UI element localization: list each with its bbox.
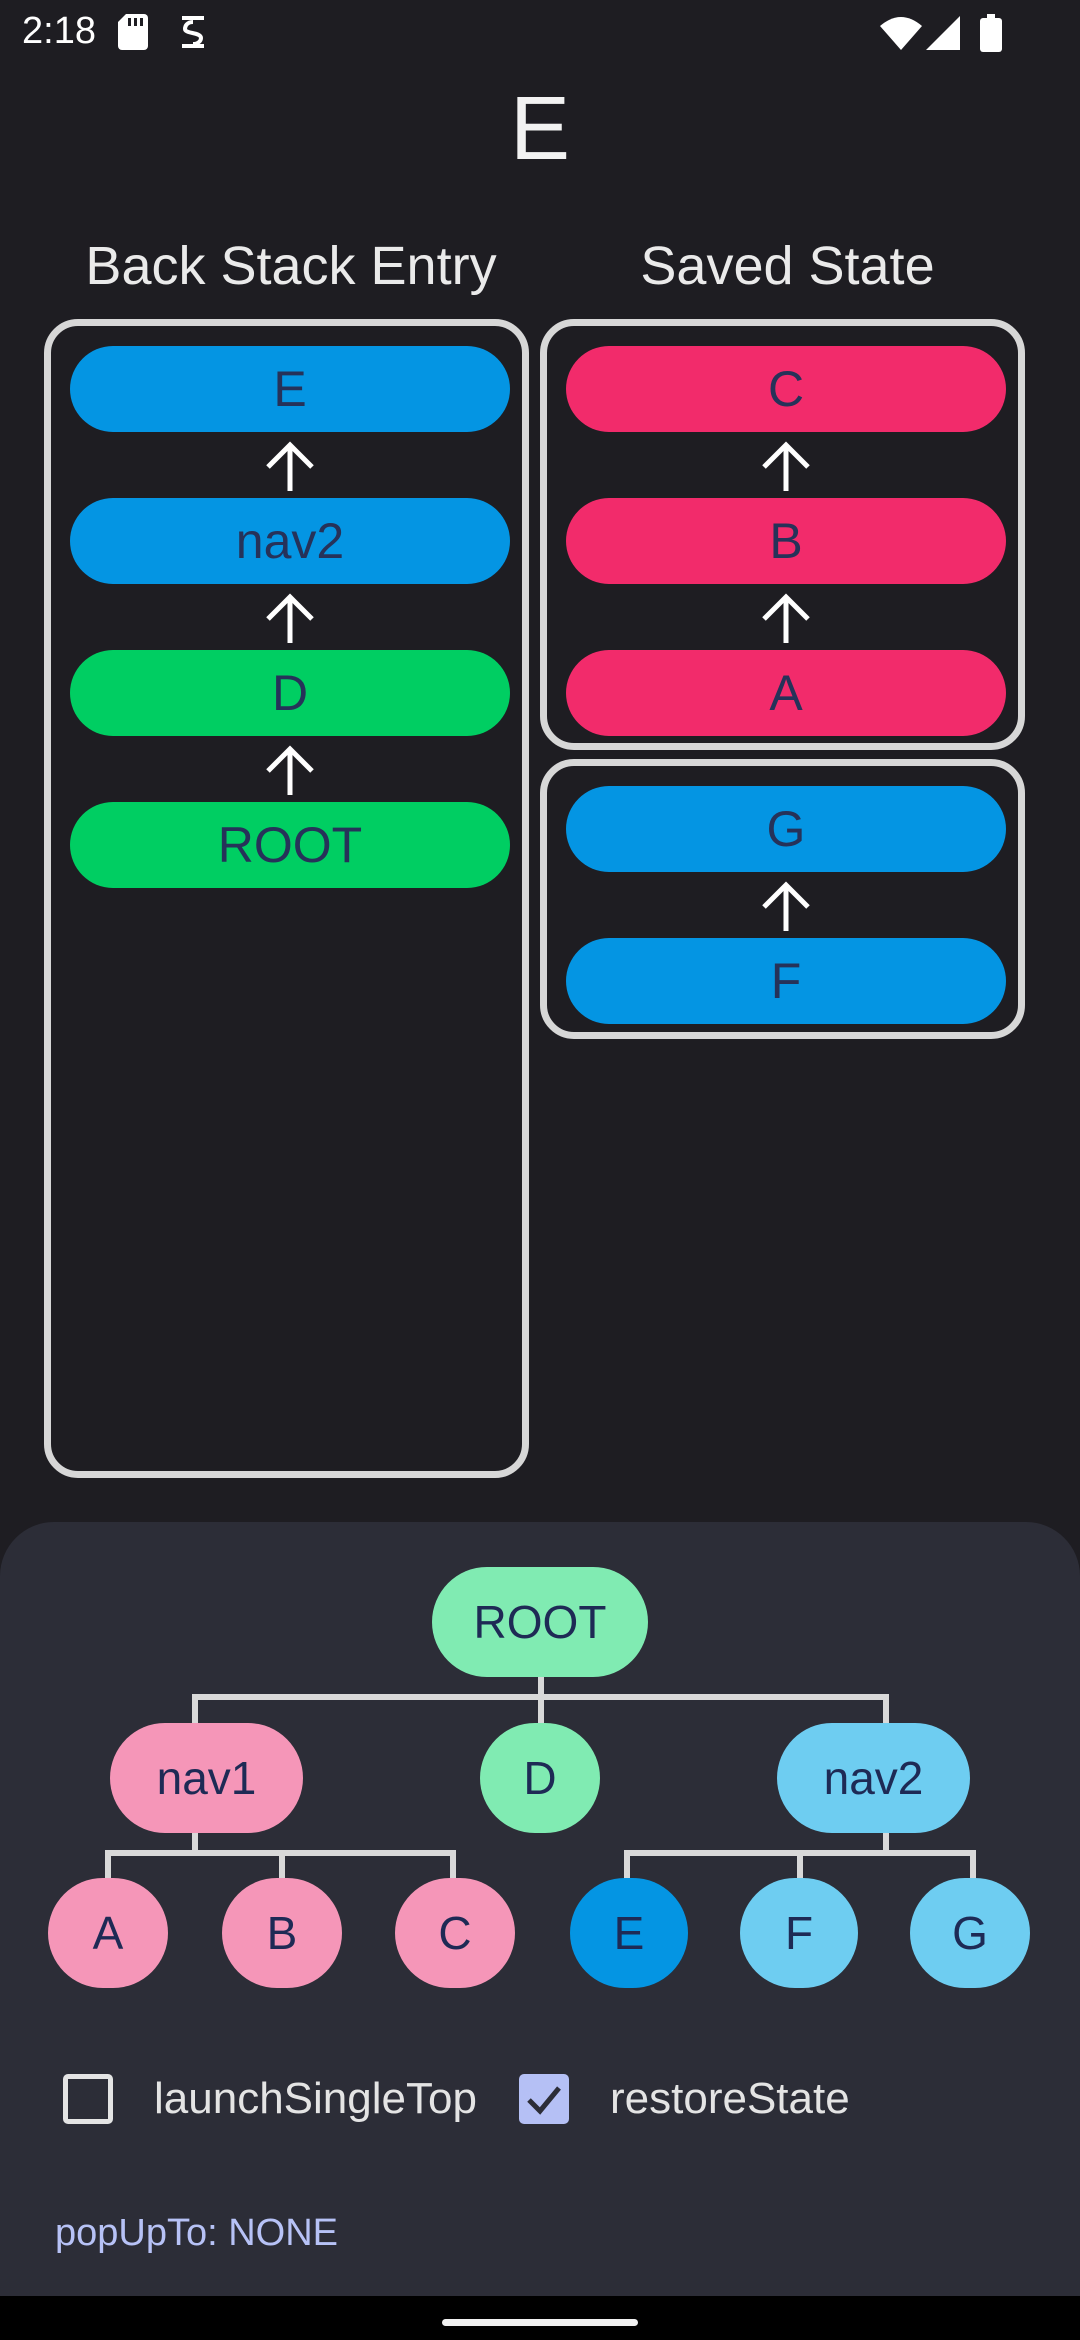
popupto-label[interactable]: popUpTo: NONE bbox=[55, 2212, 338, 2255]
arrow-up-icon bbox=[266, 593, 314, 643]
graph-node-a[interactable]: A bbox=[48, 1878, 168, 1988]
back-stack-entry-e: E bbox=[70, 346, 510, 432]
graph-node-nav1[interactable]: nav1 bbox=[110, 1723, 303, 1833]
tree-connector bbox=[192, 1694, 198, 1724]
home-handle[interactable] bbox=[442, 2319, 638, 2326]
graph-node-e[interactable]: E bbox=[570, 1878, 688, 1988]
tree-connector bbox=[279, 1850, 285, 1880]
graph-node-d[interactable]: D bbox=[480, 1723, 600, 1833]
tree-connector bbox=[797, 1850, 803, 1880]
saved-state-entry-g: G bbox=[566, 786, 1006, 872]
status-time: 2:18 bbox=[22, 10, 96, 52]
tree-connector bbox=[970, 1850, 976, 1880]
tree-connector bbox=[538, 1694, 544, 1724]
wifi-icon bbox=[880, 17, 922, 50]
saved-state-header: Saved State bbox=[640, 236, 935, 296]
battery-icon bbox=[980, 14, 1002, 52]
page-title: E bbox=[509, 79, 571, 179]
graph-node-nav2[interactable]: nav2 bbox=[777, 1723, 970, 1833]
graph-node-g[interactable]: G bbox=[910, 1878, 1030, 1988]
graph-node-f[interactable]: F bbox=[740, 1878, 858, 1988]
check-icon bbox=[527, 2086, 561, 2115]
saved-state-entry-a: A bbox=[566, 650, 1006, 736]
arrow-up-icon bbox=[762, 441, 810, 491]
saved-state-group-2: G F bbox=[540, 759, 1025, 1039]
saved-state-entry-b: B bbox=[566, 498, 1006, 584]
graph-node-c[interactable]: C bbox=[395, 1878, 515, 1988]
tree-connector bbox=[450, 1850, 456, 1880]
saved-state-group-1: C B A bbox=[540, 319, 1025, 750]
back-stack-entry-nav2: nav2 bbox=[70, 498, 510, 584]
graph-node-b[interactable]: B bbox=[222, 1878, 342, 1988]
back-stack-entry-root: ROOT bbox=[70, 802, 510, 888]
signal-icon bbox=[926, 16, 960, 50]
arrow-up-icon bbox=[266, 441, 314, 491]
back-stack-header: Back Stack Entry bbox=[85, 236, 497, 296]
launch-single-top-label[interactable]: launchSingleTop bbox=[154, 2074, 477, 2124]
saved-state-entry-c: C bbox=[566, 346, 1006, 432]
tree-connector bbox=[883, 1694, 889, 1724]
back-stack-entry-d: D bbox=[70, 650, 510, 736]
restore-state-label[interactable]: restoreState bbox=[610, 2074, 850, 2124]
restore-state-checkbox[interactable] bbox=[519, 2074, 569, 2124]
arrow-up-icon bbox=[266, 745, 314, 795]
launch-single-top-checkbox[interactable] bbox=[63, 2074, 113, 2124]
system-nav-bar bbox=[0, 2296, 1080, 2340]
tree-connector bbox=[624, 1850, 630, 1880]
tree-connector bbox=[105, 1850, 111, 1880]
arrow-up-icon bbox=[762, 881, 810, 931]
sd-card-icon bbox=[118, 14, 148, 50]
back-stack-frame: E nav2 D ROOT bbox=[44, 319, 529, 1478]
debug-icon bbox=[182, 16, 204, 48]
arrow-up-icon bbox=[762, 593, 810, 643]
graph-node-root[interactable]: ROOT bbox=[432, 1567, 648, 1677]
saved-state-entry-f: F bbox=[566, 938, 1006, 1024]
